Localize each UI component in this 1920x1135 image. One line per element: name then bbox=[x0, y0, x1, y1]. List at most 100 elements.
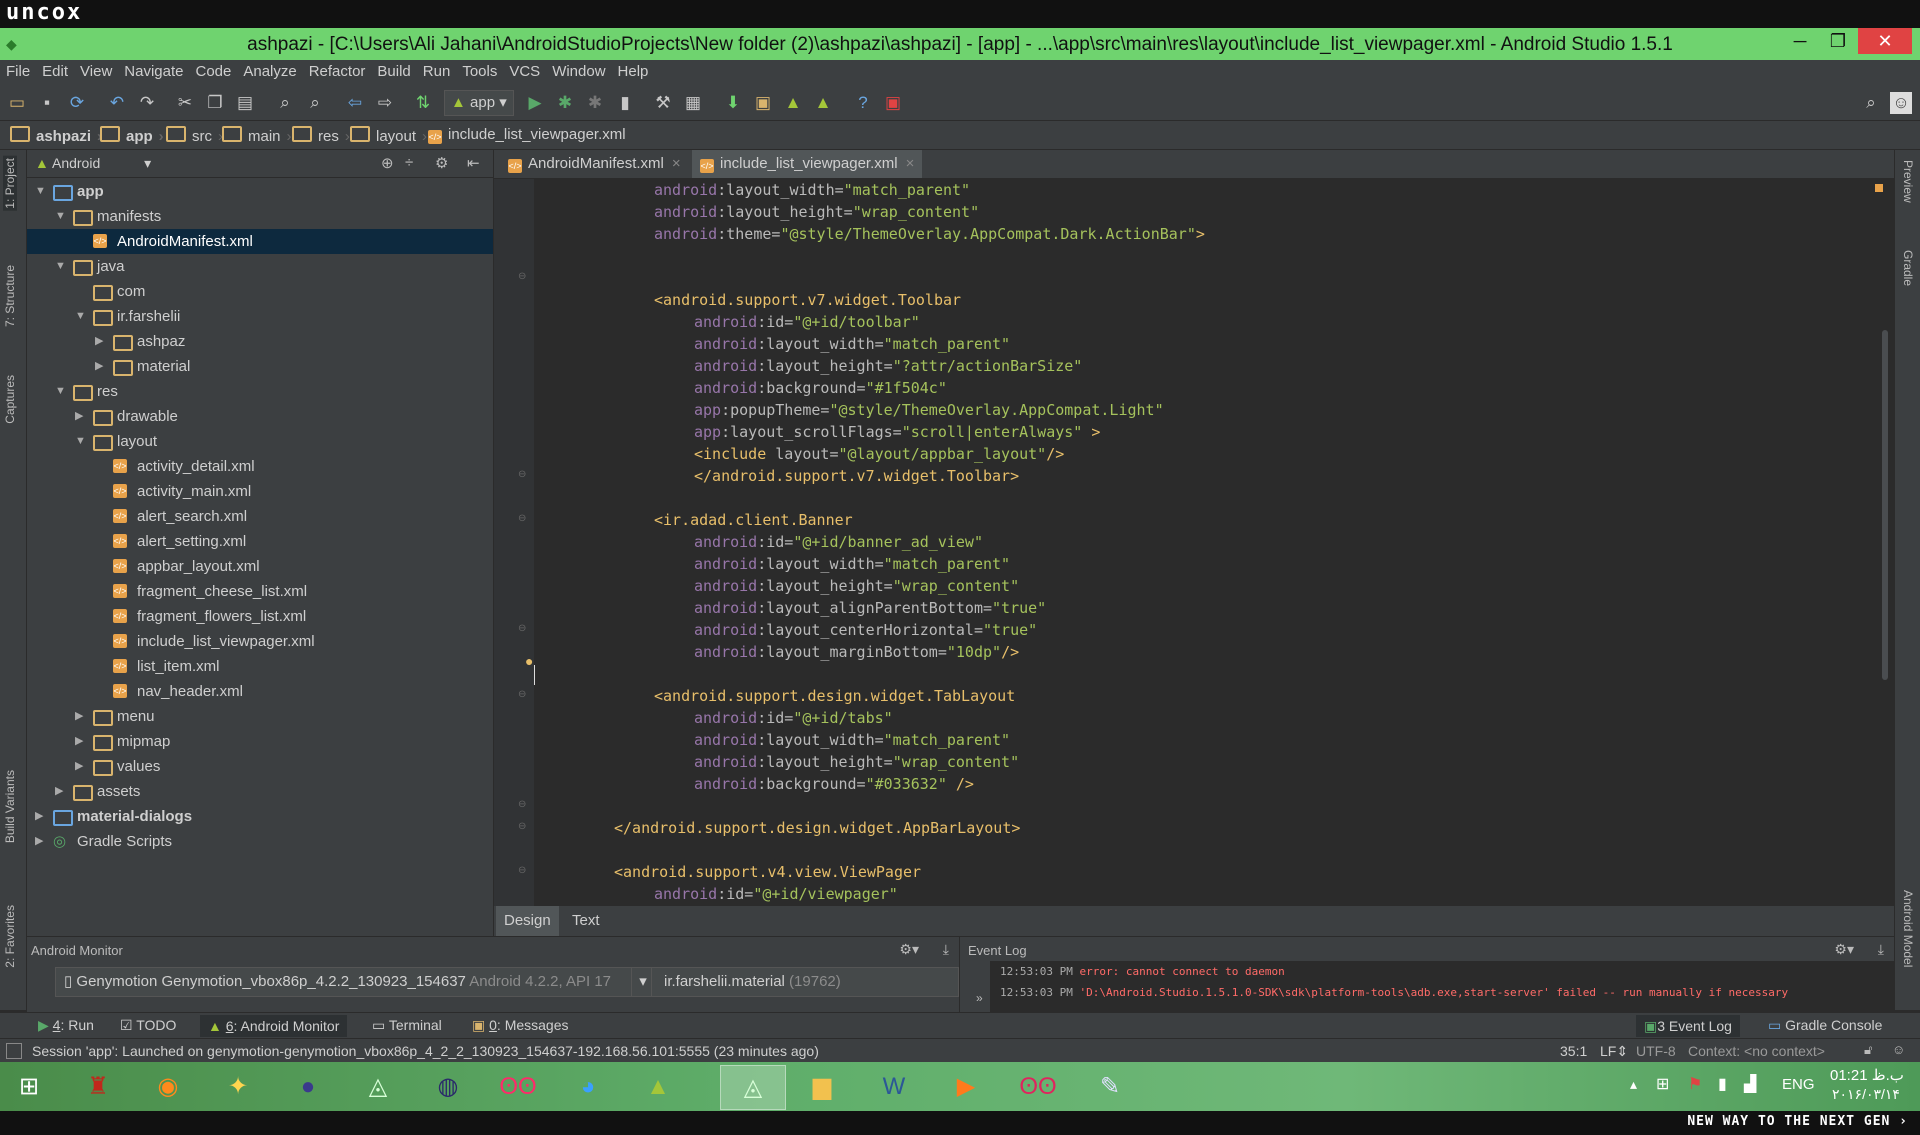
menu-item[interactable]: Build bbox=[371, 60, 416, 80]
project-tree-item[interactable]: ▶ mipmap bbox=[27, 729, 493, 754]
project-tree-item[interactable]: </> AndroidManifest.xml bbox=[27, 229, 493, 254]
sync-icon[interactable]: ⟳ bbox=[66, 92, 88, 114]
editor-tab[interactable]: </> AndroidManifest.xml × bbox=[500, 150, 689, 178]
menu-item[interactable]: Navigate bbox=[118, 60, 189, 80]
app-antivirus-icon[interactable]: ♜ bbox=[66, 1065, 130, 1108]
help-icon[interactable]: ? bbox=[852, 92, 874, 114]
fold-marker-icon[interactable]: ⊖ bbox=[518, 821, 526, 832]
paste-icon[interactable]: ▤ bbox=[234, 92, 256, 114]
android-robot-icon[interactable]: ▲ bbox=[812, 92, 834, 114]
clock-date[interactable]: ۲۰۱۶/۰۳/۱۴ bbox=[1832, 1086, 1900, 1103]
android-studio-taskbar-icon[interactable]: ◬ bbox=[346, 1065, 410, 1108]
project-tree-item[interactable]: </> fragment_flowers_list.xml bbox=[27, 604, 493, 629]
tab-android-model[interactable]: Android Model bbox=[1901, 890, 1915, 967]
collapsed-arrow-icon[interactable]: ▶ bbox=[75, 754, 87, 779]
paint-icon[interactable]: ✎ bbox=[1078, 1065, 1142, 1108]
project-tree-item[interactable]: ▶ drawable bbox=[27, 404, 493, 429]
collapsed-arrow-icon[interactable]: ▶ bbox=[55, 779, 67, 804]
firefox-icon[interactable]: ◉ bbox=[136, 1065, 200, 1108]
file-encoding[interactable]: UTF-8 bbox=[1636, 1043, 1676, 1059]
breadcrumb-item[interactable]: res › bbox=[292, 126, 350, 145]
tab-design[interactable]: Design bbox=[496, 906, 559, 936]
collapsed-arrow-icon[interactable]: ▶ bbox=[75, 404, 87, 429]
back-icon[interactable]: ⇦ bbox=[344, 92, 366, 114]
project-tree-item[interactable]: ▼ manifests bbox=[27, 204, 493, 229]
android-device-monitor-icon[interactable]: ▣ bbox=[752, 92, 774, 114]
fold-marker-icon[interactable]: ⊖ bbox=[518, 689, 526, 700]
word-icon[interactable]: W bbox=[862, 1065, 926, 1108]
editor-scrollbar[interactable] bbox=[1882, 330, 1888, 680]
collapsed-arrow-icon[interactable]: ▶ bbox=[35, 804, 47, 829]
close-tab-icon[interactable]: × bbox=[906, 155, 915, 172]
app-star-icon[interactable]: ✦ bbox=[206, 1065, 270, 1108]
project-tree-item[interactable]: </> activity_main.xml bbox=[27, 479, 493, 504]
minimize-button[interactable]: ─ bbox=[1780, 28, 1820, 54]
locate-icon[interactable]: ⊕ bbox=[381, 154, 394, 172]
breadcrumb-item[interactable]: app › bbox=[100, 126, 164, 145]
project-tree-item[interactable]: </> alert_search.xml bbox=[27, 504, 493, 529]
project-tree-item[interactable]: </> nav_header.xml bbox=[27, 679, 493, 704]
expanded-arrow-icon[interactable]: ▼ bbox=[55, 379, 67, 404]
tab-gradle-console[interactable]: ▭ Gradle Console bbox=[1768, 1017, 1882, 1034]
tab-terminal[interactable]: ▭ Terminal bbox=[372, 1017, 442, 1034]
expand-icon[interactable]: » bbox=[976, 991, 983, 1005]
fold-marker-icon[interactable]: ⊖ bbox=[518, 865, 526, 876]
tab-build-variants[interactable]: Build Variants bbox=[3, 770, 17, 843]
expanded-arrow-icon[interactable]: ▼ bbox=[55, 254, 67, 279]
caret-position[interactable]: 35:1 bbox=[1560, 1043, 1587, 1059]
project-tree-item[interactable]: ▼ java bbox=[27, 254, 493, 279]
tray-battery-icon[interactable]: ▮ bbox=[1718, 1074, 1727, 1094]
hide-icon[interactable]: ⤓ bbox=[943, 941, 949, 958]
fold-marker-icon[interactable]: ⊖ bbox=[518, 513, 526, 524]
cut-icon[interactable]: ✂ bbox=[174, 92, 196, 114]
device-select[interactable]: ▯ Genymotion Genymotion_vbox86p_4.2.2_13… bbox=[55, 967, 655, 997]
tray-signal-icon[interactable]: ▟ bbox=[1744, 1074, 1756, 1094]
project-tree-item[interactable]: ▶ ◎ Gradle Scripts bbox=[27, 829, 493, 854]
collapsed-arrow-icon[interactable]: ▶ bbox=[95, 354, 107, 379]
project-tree-item[interactable]: ▼ ir.farshelii bbox=[27, 304, 493, 329]
language-indicator[interactable]: ENG bbox=[1782, 1076, 1815, 1093]
project-tree-item[interactable]: </> activity_detail.xml bbox=[27, 454, 493, 479]
tab-gradle[interactable]: Gradle bbox=[1901, 250, 1915, 286]
project-tree-item[interactable]: ▼ res bbox=[27, 379, 493, 404]
file-explorer-icon[interactable]: ▆ bbox=[790, 1065, 854, 1108]
undo-icon[interactable]: ↶ bbox=[106, 92, 128, 114]
attach-debugger-icon[interactable]: ✱ bbox=[584, 92, 606, 114]
tray-chevron-icon[interactable]: ▴ bbox=[1630, 1076, 1637, 1093]
app-globe-icon[interactable]: ◕ bbox=[556, 1065, 620, 1108]
collapsed-arrow-icon[interactable]: ▶ bbox=[35, 829, 47, 854]
eclipse-alt-icon[interactable]: ◍ bbox=[416, 1065, 480, 1108]
process-select[interactable]: ir.farshelii.material (19762) bbox=[651, 967, 959, 997]
menu-item[interactable]: Tools bbox=[456, 60, 503, 80]
forward-icon[interactable]: ⇨ bbox=[374, 92, 396, 114]
menu-item[interactable]: Refactor bbox=[303, 60, 372, 80]
maximize-button[interactable]: ❐ bbox=[1818, 28, 1858, 54]
hide-icon[interactable]: ⤓ bbox=[1878, 941, 1884, 958]
project-tree-item[interactable]: ▶ material bbox=[27, 354, 493, 379]
project-tree-item[interactable]: </> appbar_layout.xml bbox=[27, 554, 493, 579]
line-separator[interactable]: LF⇕ bbox=[1600, 1043, 1628, 1060]
media-player-icon[interactable]: ▶ bbox=[934, 1065, 998, 1108]
expanded-arrow-icon[interactable]: ▼ bbox=[75, 304, 87, 329]
project-tree-item[interactable]: ▶ material-dialogs bbox=[27, 804, 493, 829]
fold-marker-icon[interactable]: ⊖ bbox=[518, 623, 526, 634]
gear-icon[interactable]: ⚙▾ bbox=[1834, 941, 1854, 958]
gear-icon[interactable]: ⚙▾ bbox=[899, 941, 919, 958]
expanded-arrow-icon[interactable]: ▼ bbox=[55, 204, 67, 229]
menu-item[interactable]: Code bbox=[189, 60, 237, 80]
debug-icon[interactable]: ✱ bbox=[554, 92, 576, 114]
project-tree-item[interactable]: ▶ ashpaz bbox=[27, 329, 493, 354]
tab-android-monitor[interactable]: ▲ 6: Android Monitor bbox=[200, 1015, 348, 1037]
project-tree-item[interactable]: </> list_item.xml bbox=[27, 654, 493, 679]
menu-item[interactable]: Edit bbox=[36, 60, 74, 80]
run-icon[interactable]: ▶ bbox=[524, 92, 546, 114]
tip-icon[interactable]: ▣ bbox=[882, 92, 904, 114]
project-view-select[interactable]: ▲ Android ▾ bbox=[35, 155, 151, 172]
genymotion-icon[interactable]: ʘʘ bbox=[486, 1065, 550, 1108]
replace-icon[interactable]: ⌕ bbox=[304, 92, 326, 114]
tab-text[interactable]: Text bbox=[564, 906, 608, 936]
save-icon[interactable]: ▪ bbox=[36, 92, 58, 114]
project-tree-item[interactable]: ▼ app bbox=[27, 179, 493, 204]
expanded-arrow-icon[interactable]: ▼ bbox=[75, 429, 87, 454]
menu-item[interactable]: Help bbox=[612, 60, 655, 80]
